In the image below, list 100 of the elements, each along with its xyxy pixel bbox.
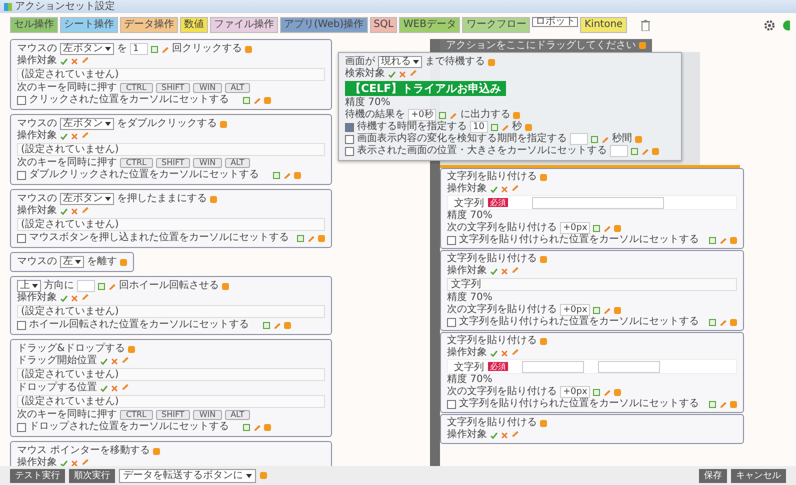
checkbox[interactable]	[17, 422, 26, 432]
help-icon[interactable]	[488, 58, 495, 66]
pencil-icon[interactable]	[283, 172, 291, 178]
help-icon[interactable]	[260, 472, 267, 479]
action-card[interactable]: マウスの 左ボタン を押したままにする 操作対象 (設定されていません) マウスボタンを押し込まれた位置をカーソルにセットする	[10, 189, 332, 248]
number-field[interactable]: 10	[470, 121, 488, 133]
modifier-key-button[interactable]: CTRL	[120, 410, 152, 420]
number-field[interactable]	[610, 145, 628, 157]
tag-icon[interactable]	[709, 236, 716, 244]
modifier-key-button[interactable]: WIN	[193, 158, 222, 168]
run-button[interactable]: テスト実行	[10, 468, 65, 482]
modifier-key-button[interactable]: WIN	[193, 83, 222, 93]
pencil-icon[interactable]	[603, 388, 612, 396]
tag-icon[interactable]	[709, 400, 716, 408]
pencil-icon[interactable]	[719, 318, 727, 326]
input-field[interactable]: (設定されていません)	[17, 143, 325, 156]
input-field[interactable]: (設定されていません)	[17, 218, 325, 231]
check-icon[interactable]	[388, 70, 396, 78]
action-card[interactable]: マウスの 左 を離す	[10, 252, 134, 272]
action-card[interactable]: ドラッグ&ドロップする ドラッグ開始位置 (設定されていません) ドロップする位置 (設定されていません) 次のキーを同時に押す CTRL SHIFT WIN ALT ドロップされた位置をカーソルにセットする	[10, 339, 332, 437]
modifier-key-button[interactable]: WIN	[193, 410, 222, 420]
checkbox[interactable]	[345, 122, 354, 132]
check-icon[interactable]	[490, 186, 498, 192]
checkbox[interactable]	[447, 236, 456, 244]
modifier-key-button[interactable]: ALT	[224, 158, 250, 168]
help-icon[interactable]	[730, 236, 737, 244]
help-icon[interactable]	[120, 258, 127, 266]
checkbox[interactable]	[17, 234, 26, 242]
pencil-icon[interactable]	[121, 356, 129, 362]
close-icon[interactable]	[501, 268, 508, 274]
pencil-icon[interactable]	[603, 224, 612, 232]
close-icon[interactable]	[399, 70, 406, 78]
checkbox[interactable]	[345, 134, 354, 144]
help-icon[interactable]	[730, 400, 737, 408]
modifier-key-button[interactable]: ALT	[224, 410, 250, 420]
help-icon[interactable]	[153, 448, 160, 454]
modifier-key-button[interactable]: SHIFT	[156, 410, 190, 420]
help-icon[interactable]	[540, 338, 547, 344]
input-field[interactable]: 文字列	[447, 278, 737, 291]
tab[interactable]: ファイル操作	[210, 17, 278, 33]
pencil-icon[interactable]	[253, 96, 261, 104]
modifier-key-button[interactable]: CTRL	[120, 158, 152, 168]
number-field[interactable]: +0秒	[408, 109, 436, 121]
tab[interactable]: セル操作	[10, 17, 58, 33]
help-icon[interactable]	[210, 196, 217, 202]
input-field[interactable]: (設定されていません)	[17, 68, 325, 81]
tab[interactable]: データ操作	[120, 17, 178, 33]
close-icon[interactable]	[111, 384, 118, 392]
tag-icon[interactable]	[593, 306, 600, 314]
tab[interactable]: シート操作	[60, 17, 118, 33]
dropdown[interactable]: データを転送するボタンに	[119, 468, 256, 482]
close-icon[interactable]	[501, 350, 508, 356]
close-icon[interactable]	[71, 460, 78, 466]
number-field[interactable]: +0px	[560, 386, 590, 398]
help-icon[interactable]	[264, 424, 271, 430]
pencil-icon[interactable]	[719, 400, 727, 408]
pencil-icon[interactable]	[161, 46, 169, 52]
help-icon[interactable]	[284, 322, 291, 328]
tag-icon[interactable]	[591, 136, 598, 142]
pencil-icon[interactable]	[511, 184, 519, 190]
tag-icon[interactable]	[243, 96, 250, 104]
pencil-icon[interactable]	[641, 148, 649, 154]
checkbox[interactable]	[17, 320, 26, 330]
close-icon[interactable]	[71, 58, 78, 64]
check-icon[interactable]	[60, 294, 68, 302]
tag-icon[interactable]	[439, 112, 446, 118]
close-icon[interactable]	[501, 186, 508, 192]
help-icon[interactable]	[222, 282, 229, 290]
help-icon[interactable]	[614, 388, 622, 396]
dropdown[interactable]: 左ボタン	[60, 43, 114, 55]
pencil-icon[interactable]	[603, 306, 612, 314]
dragged-action-card[interactable]: 画面が 現れる まで待機する 検索対象 【CELF】トライアルお申込み 精度 70% 待機の結果を +0秒 に出力する 待機する時間を指定する 10 秒 画面表示内容の変化を検知する期間を指定する 秒間 表示された画面の位置・大きさをカーソルにセットする	[338, 52, 682, 161]
tab[interactable]: ワークフロー	[462, 17, 530, 33]
check-icon[interactable]	[60, 460, 68, 466]
run-button[interactable]: 順次実行	[69, 468, 115, 482]
action-card[interactable]: 文字列を貼り付ける 操作対象 文字列 必須 精度 70% 次の文字列を貼り付ける +0px 文字列を貼り付けられた位置をカーソルにセットする	[440, 168, 744, 249]
action-card[interactable]: 文字列を貼り付ける 操作対象	[440, 414, 744, 444]
check-icon[interactable]	[490, 350, 498, 356]
number-field[interactable]	[77, 280, 95, 292]
tag-icon[interactable]	[98, 282, 105, 290]
help-icon[interactable]	[635, 136, 642, 142]
pencil-icon[interactable]	[449, 112, 458, 118]
pencil-icon[interactable]	[253, 424, 261, 430]
number-field[interactable]	[570, 133, 588, 145]
help-icon[interactable]	[652, 148, 659, 154]
action-card[interactable]: 文字列を貼り付ける 操作対象 文字列 必須 精度 70% 次の文字列を貼り付ける +0px 文字列を貼り付けられた位置をカーソルにセットする	[440, 332, 744, 413]
pencil-icon[interactable]	[108, 282, 116, 290]
tag-icon[interactable]	[263, 322, 270, 328]
input-field[interactable]: (設定されていません)	[17, 368, 325, 381]
action-card[interactable]: マウスの 左ボタン を 1 回クリックする 操作対象 (設定されていません) 次のキーを同時に押す CTRL SHIFT WIN ALT クリックされた位置をカーソルにセットする	[10, 39, 332, 110]
tab[interactable]: SQL	[370, 17, 398, 33]
pencil-icon[interactable]	[511, 348, 519, 354]
help-icon[interactable]	[245, 46, 252, 52]
tag-icon[interactable]	[593, 388, 600, 396]
pencil-icon[interactable]	[719, 236, 727, 244]
input-field[interactable]	[532, 196, 664, 208]
input-field[interactable]: (設定されていません)	[17, 395, 325, 408]
input-field[interactable]: (設定されていません)	[17, 305, 325, 318]
checkbox[interactable]	[17, 170, 26, 180]
modifier-key-button[interactable]: SHIFT	[156, 83, 190, 93]
